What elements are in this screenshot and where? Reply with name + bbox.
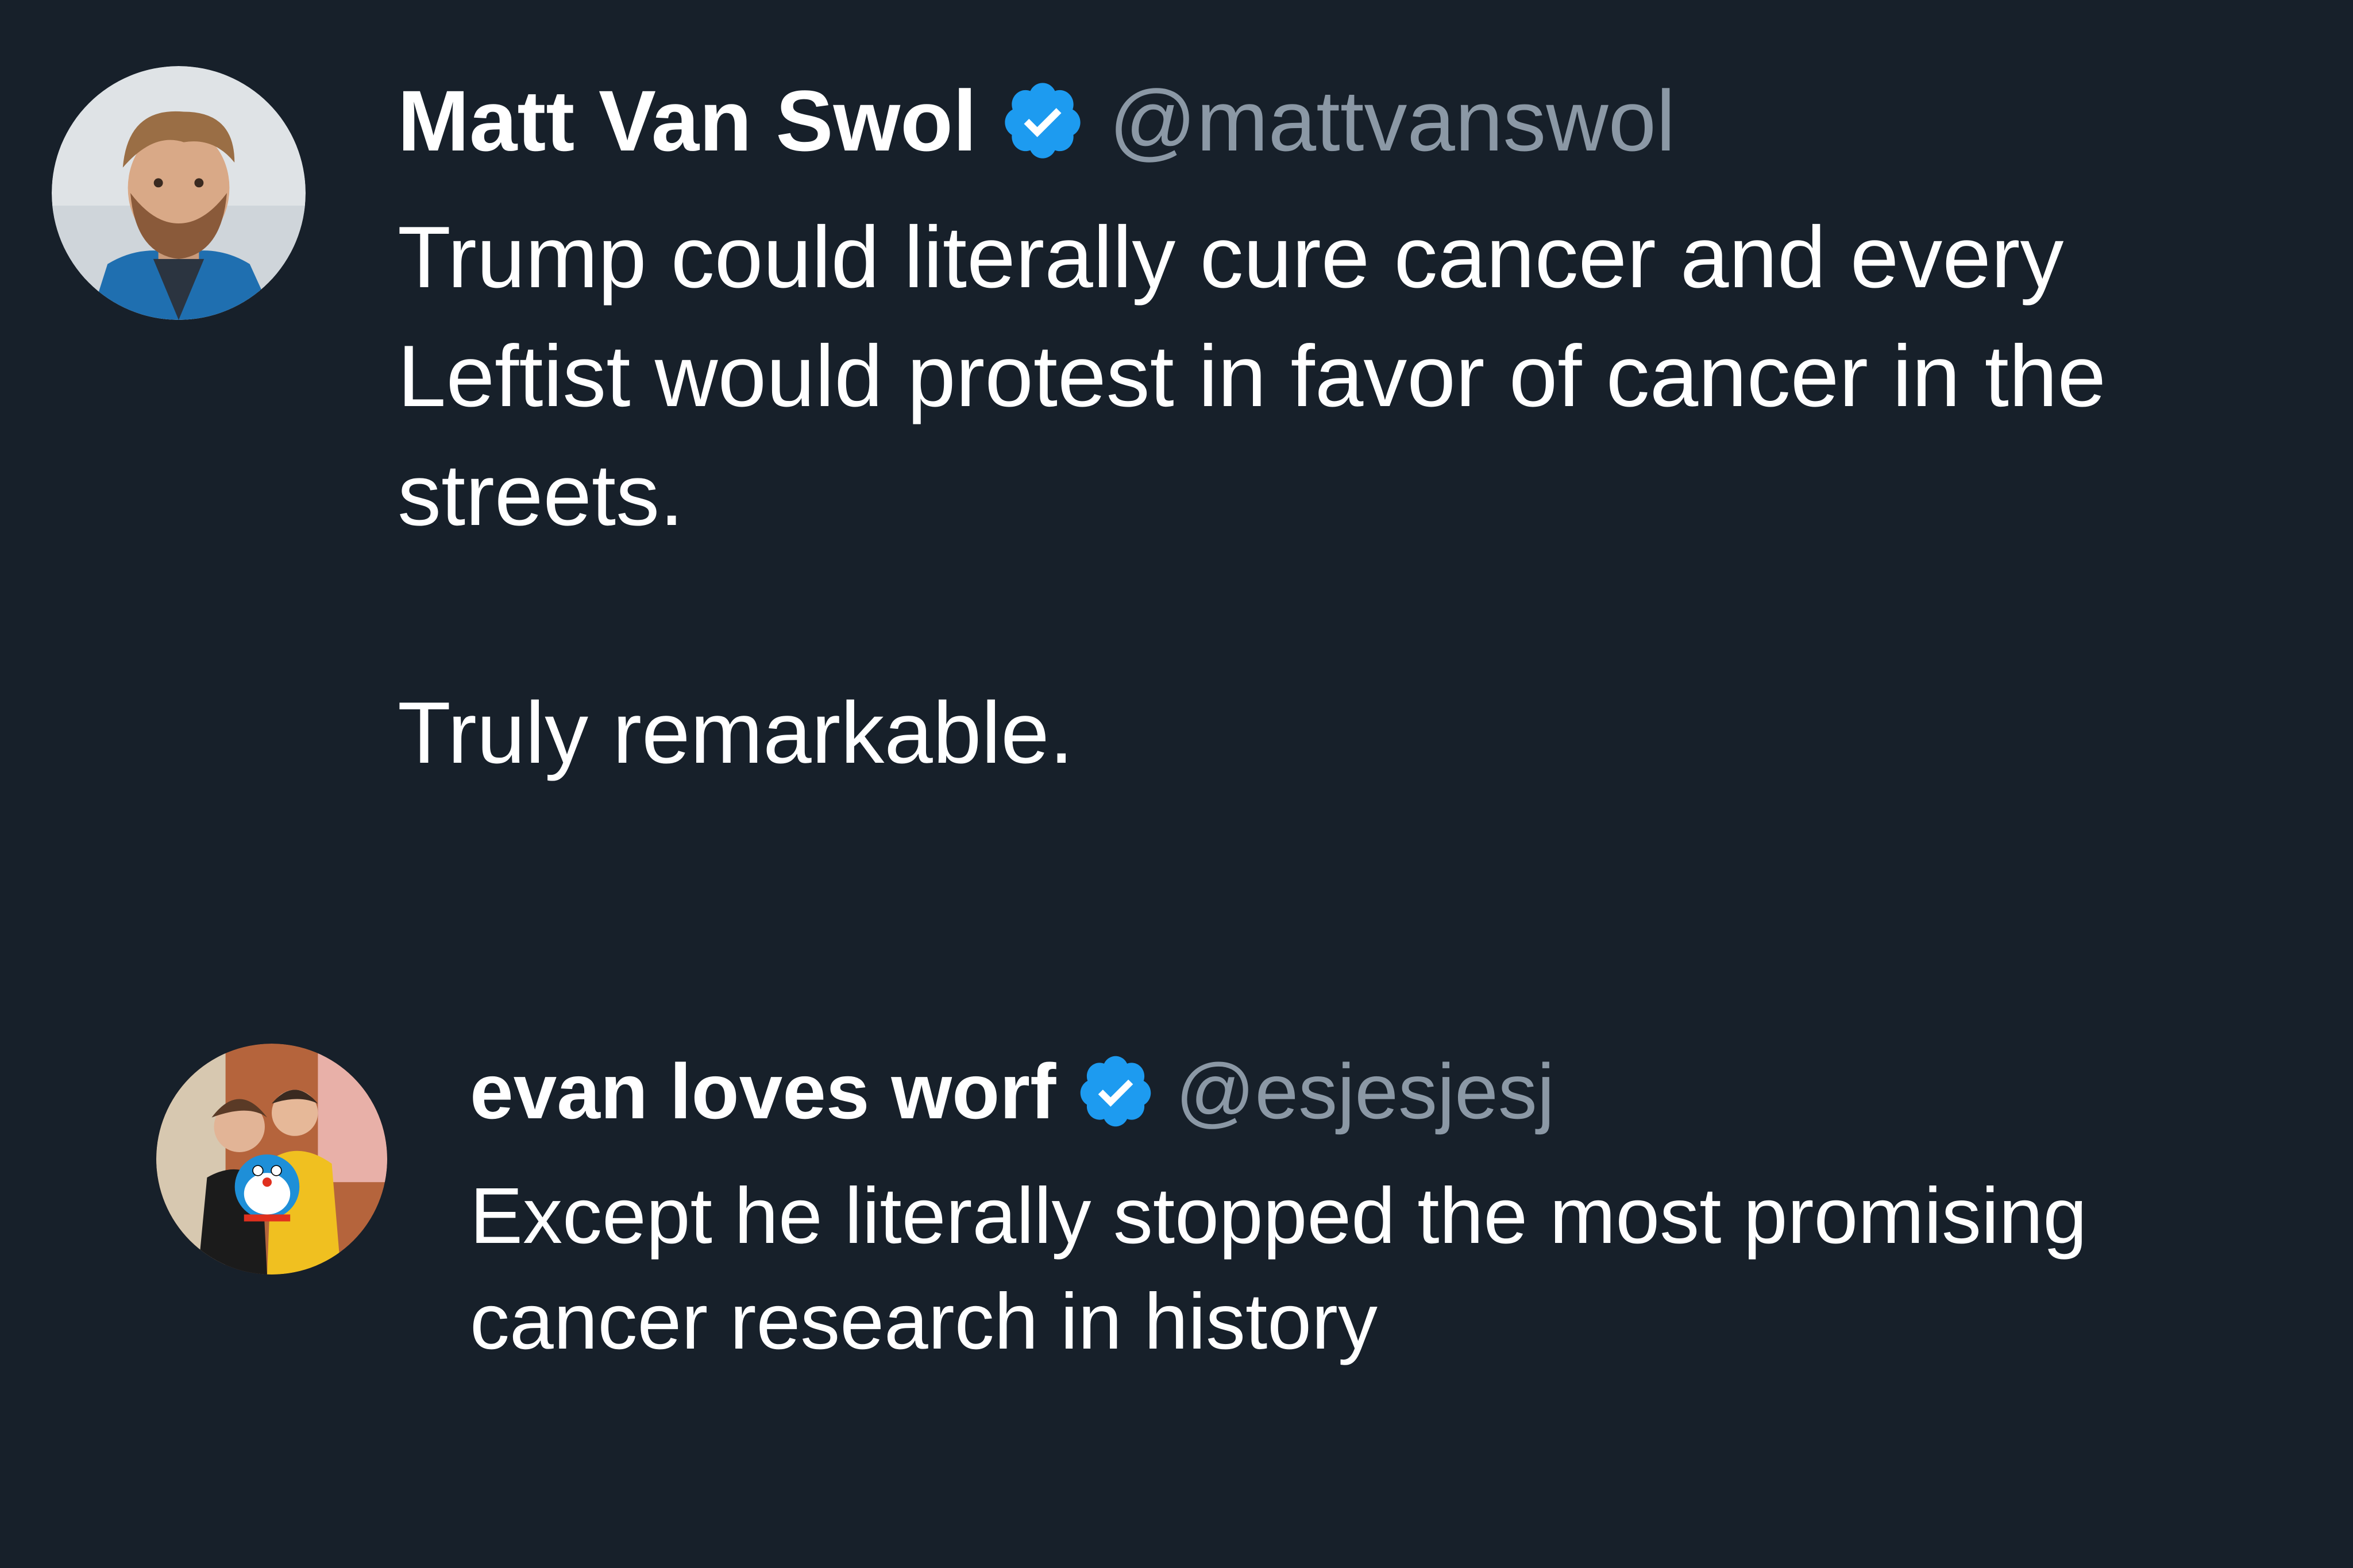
main-author-name[interactable]: Matt Van Swol — [398, 71, 977, 171]
reply-tweet-header: evan loves worf @esjesjesj — [470, 1042, 1554, 1140]
main-author-avatar-image — [52, 66, 306, 320]
verified-badge-icon — [1000, 78, 1086, 164]
reply-author-handle[interactable]: @esjesjesj — [1175, 1046, 1554, 1136]
reply-author-avatar-image — [156, 1044, 387, 1275]
main-tweet-text: Trump could literally cure cancer and ev… — [398, 208, 2107, 782]
reply-author-avatar[interactable] — [156, 1044, 387, 1275]
main-author-handle[interactable]: @mattvanswol — [1109, 71, 1675, 171]
main-tweet-header: Matt Van Swol @mattvanswol — [398, 69, 1675, 172]
reply-tweet-text: Except he literally stopped the most pro… — [470, 1172, 2109, 1366]
main-author-avatar[interactable] — [52, 66, 306, 320]
verified-badge-icon — [1075, 1051, 1156, 1131]
reply-author-name[interactable]: evan loves worf — [470, 1046, 1056, 1136]
